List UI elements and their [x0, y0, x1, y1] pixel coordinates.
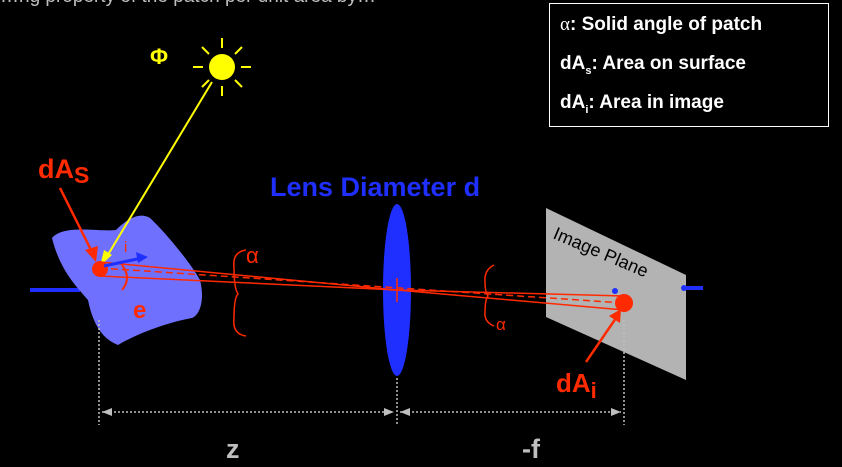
legend-symbol-dAs: dA	[560, 53, 586, 74]
image-axis-dot	[612, 288, 618, 294]
legend-text-alpha: : Solid angle of patch	[569, 14, 763, 35]
lens-diameter-label: Lens Diameter d	[270, 172, 480, 202]
surface-patch-dot	[92, 261, 108, 277]
image-patch-dot	[615, 294, 633, 312]
incidence-label: i	[124, 239, 127, 256]
alpha-label-right: α	[496, 315, 506, 334]
focal-f-label: -f	[522, 434, 541, 464]
phi-label: Φ	[150, 44, 168, 69]
legend-item-alpha: α: Solid angle of patch	[560, 10, 828, 49]
dAs-label: dAS	[38, 154, 89, 188]
legend-item-dAi: dAi: Area in image	[560, 88, 828, 127]
legend-text-dAi: : Area in image	[588, 92, 724, 113]
legend-text-dAs: : Area on surface	[591, 53, 746, 74]
dimension-lines	[98, 320, 625, 425]
legend-symbol-alpha: α	[560, 14, 570, 35]
legend-symbol-dAi: dA	[560, 92, 586, 113]
dAi-label: dAi	[556, 368, 597, 403]
alpha-brace-left	[233, 249, 247, 337]
sun-icon	[209, 54, 235, 80]
distance-z-label: z	[226, 434, 240, 464]
alpha-brace-right	[484, 264, 495, 327]
alpha-label-left: α	[246, 243, 259, 268]
emission-label: e	[133, 297, 146, 324]
legend-box: α: Solid angle of patch dAs: Area on sur…	[549, 3, 829, 127]
legend-item-dAs: dAs: Area on surface	[560, 49, 828, 88]
image-plane-edge-dot	[681, 285, 687, 291]
